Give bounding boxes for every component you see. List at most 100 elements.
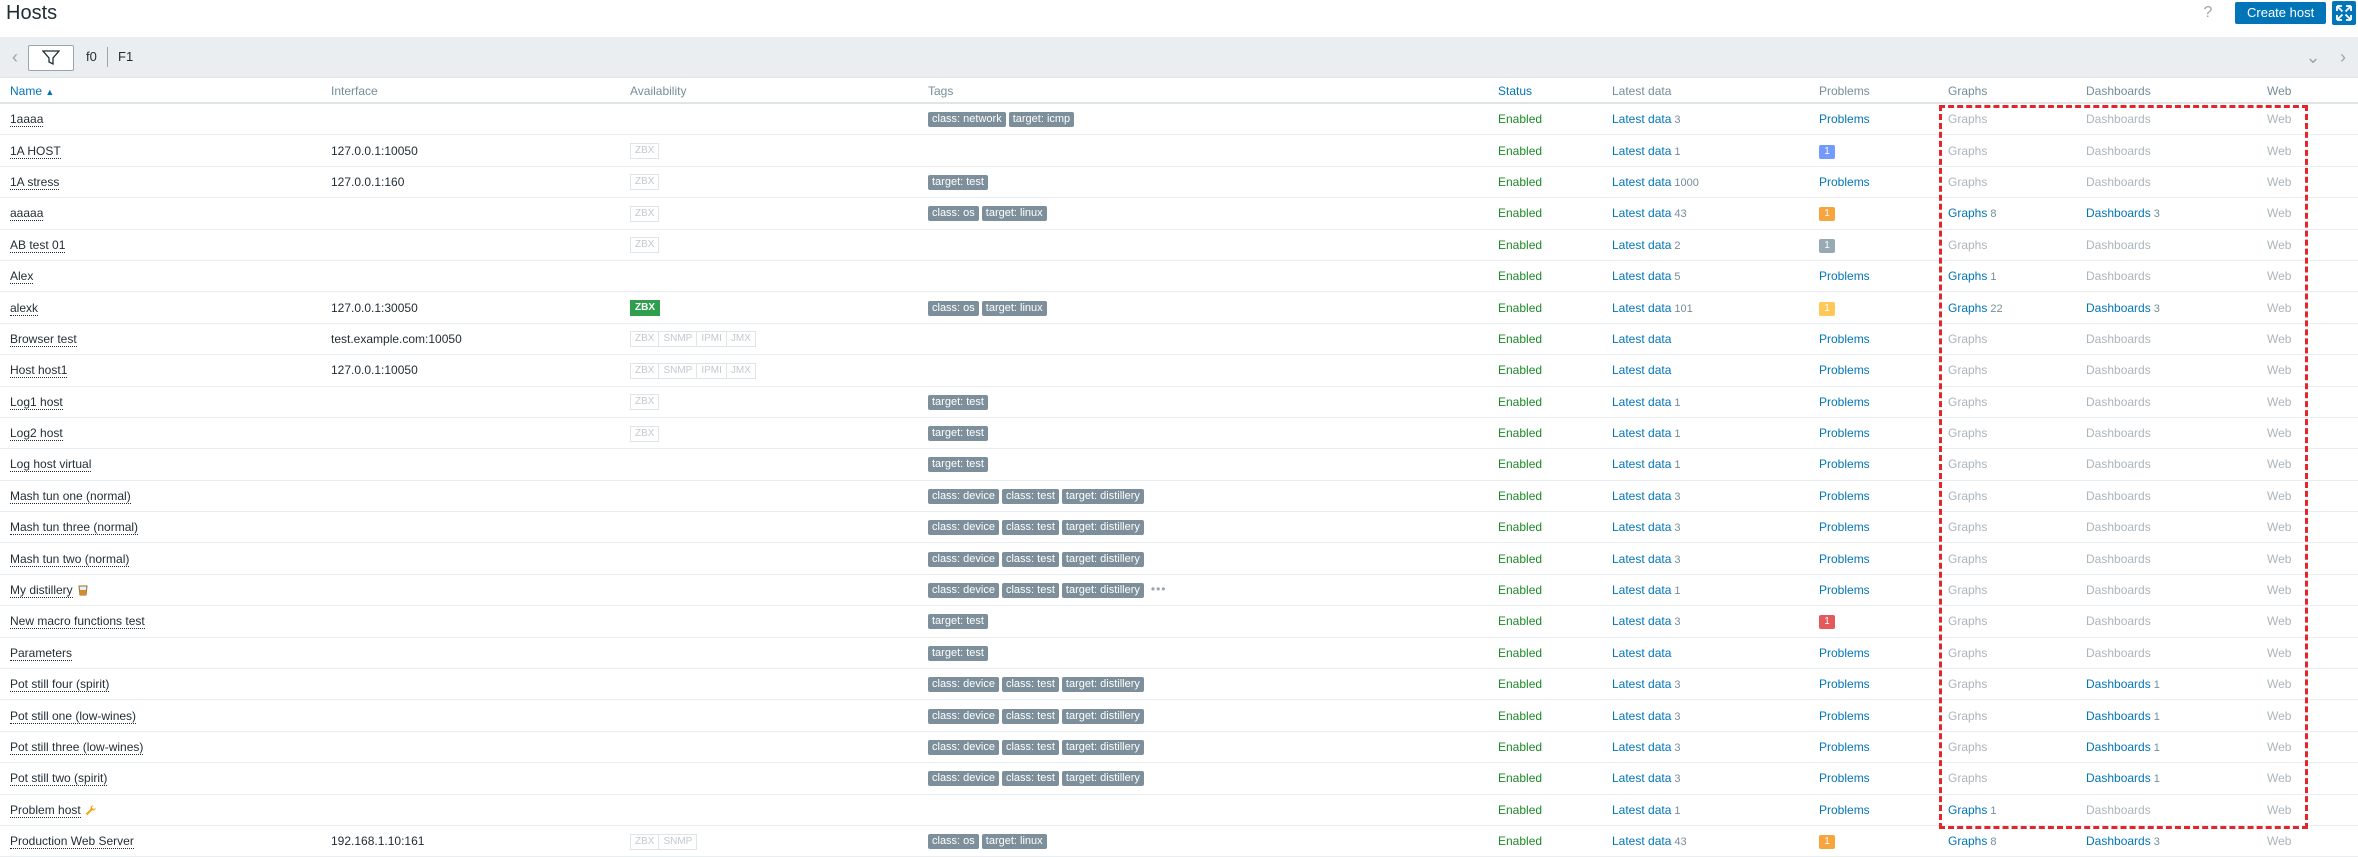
- host-name-link[interactable]: My distillery: [10, 583, 73, 599]
- problems-link[interactable]: Problems: [1819, 269, 1870, 283]
- graphs-link[interactable]: Graphs: [1948, 301, 1987, 315]
- latest-data-link[interactable]: Latest data: [1612, 520, 1671, 534]
- latest-data-link[interactable]: Latest data: [1612, 834, 1671, 848]
- dashboards-link[interactable]: Dashboards: [2086, 771, 2151, 785]
- tag-badge[interactable]: class: device: [928, 551, 999, 567]
- host-name-link[interactable]: aaaaa: [10, 206, 44, 222]
- tag-badge[interactable]: target: linux: [981, 300, 1047, 316]
- host-name-link[interactable]: Pot still one (low-wines): [10, 708, 137, 724]
- latest-data-link[interactable]: Latest data: [1612, 395, 1671, 409]
- tag-badge[interactable]: target: distillery: [1061, 488, 1144, 504]
- tag-badge[interactable]: target: distillery: [1061, 583, 1144, 599]
- tag-badge[interactable]: class: test: [1001, 551, 1059, 567]
- host-name-link[interactable]: Pot still four (spirit): [10, 677, 110, 693]
- dashboards-link[interactable]: Dashboards: [2086, 740, 2151, 754]
- status-toggle[interactable]: Enabled: [1498, 206, 1542, 220]
- status-toggle[interactable]: Enabled: [1498, 238, 1542, 252]
- graphs-link[interactable]: Graphs: [1948, 803, 1987, 817]
- host-name-link[interactable]: AB test 01: [10, 237, 66, 253]
- latest-data-link[interactable]: Latest data: [1612, 332, 1671, 346]
- latest-data-link[interactable]: Latest data: [1612, 583, 1671, 597]
- latest-data-link[interactable]: Latest data: [1612, 552, 1671, 566]
- host-name-link[interactable]: Host host1: [10, 363, 68, 379]
- latest-data-link[interactable]: Latest data: [1612, 269, 1671, 283]
- latest-data-link[interactable]: Latest data: [1612, 301, 1671, 315]
- status-toggle[interactable]: Enabled: [1498, 646, 1542, 660]
- tag-badge[interactable]: class: device: [928, 771, 999, 787]
- host-name-link[interactable]: 1A HOST: [10, 143, 61, 159]
- status-toggle[interactable]: Enabled: [1498, 709, 1542, 723]
- latest-data-link[interactable]: Latest data: [1612, 740, 1671, 754]
- host-name-link[interactable]: alexk: [10, 300, 39, 316]
- problems-link[interactable]: Problems: [1819, 552, 1870, 566]
- tag-badge[interactable]: class: device: [928, 708, 999, 724]
- filter-toggle-tab[interactable]: [28, 45, 74, 71]
- tag-badge[interactable]: class: network: [928, 112, 1006, 128]
- status-toggle[interactable]: Enabled: [1498, 301, 1542, 315]
- fullscreen-icon[interactable]: [2332, 1, 2356, 25]
- host-name-link[interactable]: Production Web Server: [10, 834, 134, 850]
- tag-badge[interactable]: class: device: [928, 583, 999, 599]
- latest-data-link[interactable]: Latest data: [1612, 489, 1671, 503]
- tag-badge[interactable]: target: test: [928, 174, 988, 190]
- host-name-link[interactable]: Pot still three (low-wines): [10, 740, 144, 755]
- problems-link[interactable]: Problems: [1819, 175, 1870, 189]
- help-icon[interactable]: ?: [2200, 4, 2216, 22]
- problems-link[interactable]: Problems: [1819, 677, 1870, 691]
- tag-badge[interactable]: class: test: [1001, 488, 1059, 504]
- status-toggle[interactable]: Enabled: [1498, 363, 1542, 377]
- status-toggle[interactable]: Enabled: [1498, 175, 1542, 189]
- graphs-link[interactable]: Graphs: [1948, 269, 1987, 283]
- problems-link[interactable]: Problems: [1819, 709, 1870, 723]
- chevron-left-icon[interactable]: ‹: [6, 47, 24, 67]
- column-header-status[interactable]: Status: [1498, 80, 1612, 104]
- tag-badge[interactable]: target: distillery: [1061, 551, 1144, 567]
- problems-link[interactable]: Problems: [1819, 363, 1870, 377]
- status-toggle[interactable]: Enabled: [1498, 834, 1542, 848]
- host-name-link[interactable]: Pot still two (spirit): [10, 771, 108, 787]
- status-toggle[interactable]: Enabled: [1498, 552, 1542, 566]
- graphs-link[interactable]: Graphs: [1948, 206, 1987, 220]
- problems-link[interactable]: Problems: [1819, 520, 1870, 534]
- latest-data-link[interactable]: Latest data: [1612, 614, 1671, 628]
- problem-count-badge[interactable]: 1: [1819, 144, 1835, 159]
- problem-count-badge[interactable]: 1: [1819, 301, 1835, 316]
- status-toggle[interactable]: Enabled: [1498, 112, 1542, 126]
- dashboards-link[interactable]: Dashboards: [2086, 206, 2151, 220]
- host-name-link[interactable]: Log2 host: [10, 426, 63, 442]
- host-name-link[interactable]: Alex: [10, 269, 34, 285]
- dashboards-link[interactable]: Dashboards: [2086, 834, 2151, 848]
- tag-badge[interactable]: target: linux: [981, 206, 1047, 222]
- problems-link[interactable]: Problems: [1819, 489, 1870, 503]
- problem-count-badge[interactable]: 1: [1819, 615, 1835, 630]
- latest-data-link[interactable]: Latest data: [1612, 175, 1671, 189]
- status-toggle[interactable]: Enabled: [1498, 426, 1542, 440]
- problems-link[interactable]: Problems: [1819, 771, 1870, 785]
- status-toggle[interactable]: Enabled: [1498, 803, 1542, 817]
- status-toggle[interactable]: Enabled: [1498, 395, 1542, 409]
- tag-badge[interactable]: class: test: [1001, 677, 1059, 693]
- tag-badge[interactable]: class: device: [928, 740, 999, 755]
- tag-badge[interactable]: target: distillery: [1061, 708, 1144, 724]
- problems-link[interactable]: Problems: [1819, 457, 1870, 471]
- host-name-link[interactable]: Parameters: [10, 645, 73, 661]
- tag-badge[interactable]: target: test: [928, 426, 988, 442]
- latest-data-link[interactable]: Latest data: [1612, 206, 1671, 220]
- status-toggle[interactable]: Enabled: [1498, 583, 1542, 597]
- host-name-link[interactable]: 1A stress: [10, 174, 60, 190]
- tag-badge[interactable]: target: test: [928, 645, 988, 661]
- tag-badge[interactable]: class: test: [1001, 740, 1059, 755]
- tag-badge[interactable]: class: os: [928, 834, 979, 850]
- status-toggle[interactable]: Enabled: [1498, 771, 1542, 785]
- chevron-down-icon[interactable]: ⌄: [2304, 47, 2322, 67]
- host-name-link[interactable]: Mash tun three (normal): [10, 520, 139, 536]
- tag-badge[interactable]: target: distillery: [1061, 771, 1144, 787]
- latest-data-link[interactable]: Latest data: [1612, 457, 1671, 471]
- tag-badge[interactable]: target: test: [928, 614, 988, 630]
- dashboards-link[interactable]: Dashboards: [2086, 709, 2151, 723]
- latest-data-link[interactable]: Latest data: [1612, 646, 1671, 660]
- latest-data-link[interactable]: Latest data: [1612, 803, 1671, 817]
- problem-count-badge[interactable]: 1: [1819, 238, 1835, 253]
- tab-f1[interactable]: F1: [118, 49, 133, 64]
- problems-link[interactable]: Problems: [1819, 426, 1870, 440]
